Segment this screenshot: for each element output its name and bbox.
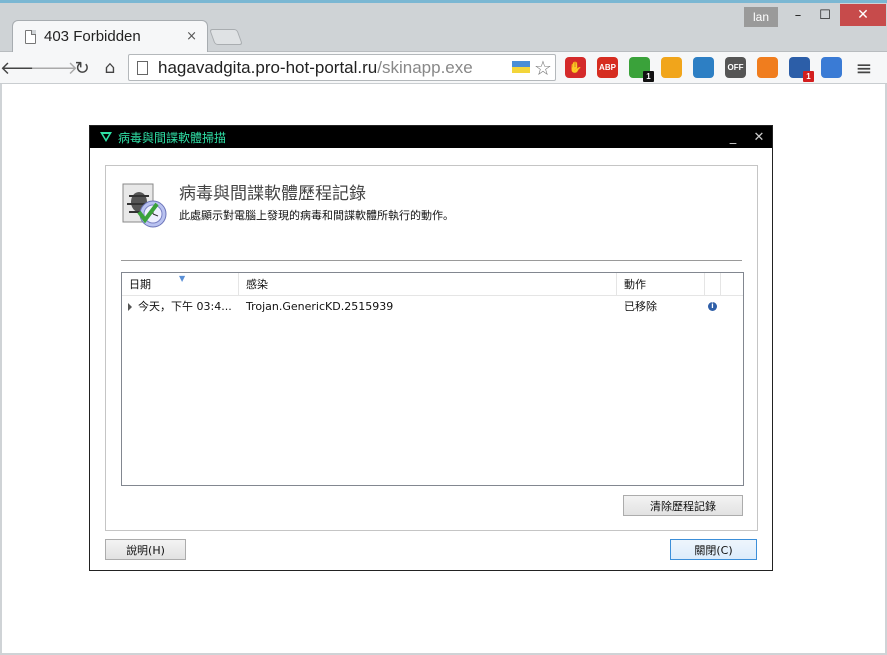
notification-icon[interactable]: 1 xyxy=(789,57,814,82)
clear-history-button[interactable]: 清除歷程記錄 xyxy=(623,495,743,516)
dialog-titlebar: 病毒與間諜軟體掃描 _ ✕ xyxy=(90,126,772,148)
column-header-infection[interactable]: 感染 xyxy=(239,273,617,296)
url-path: /skinapp.exe xyxy=(377,57,473,77)
home-icon[interactable]: ⌂ xyxy=(98,56,122,80)
address-bar[interactable]: hagavadgita.pro-hot-portal.ru/skinapp.ex… xyxy=(128,54,556,81)
shield-logo-icon xyxy=(100,132,112,142)
column-date-label: 日期 xyxy=(129,278,151,291)
list-header: 日期 ▼ 感染 動作 xyxy=(122,273,743,296)
browser-toolbar: 🡐 🡒 ↻ ⌂ hagavadgita.pro-hot-portal.ru/sk… xyxy=(0,52,887,84)
browser-titlebar: 403 Forbidden × lan – ☐ ✕ xyxy=(0,0,887,52)
new-tab-button[interactable] xyxy=(209,29,243,45)
column-header-info xyxy=(705,273,721,296)
table-row[interactable]: 今天，下午 03:4... Trojan.GenericKD.2515939 已… xyxy=(122,298,743,316)
dialog-minimize-button[interactable]: _ xyxy=(720,130,746,145)
window-minimize-button[interactable]: – xyxy=(786,4,810,26)
close-button[interactable]: 關閉(C) xyxy=(670,539,757,560)
off-toggle-icon[interactable]: OFF xyxy=(725,57,746,78)
history-panel: 病毒與間諜軟體歷程記錄 此處顯示對電腦上發現的病毒和間諜軟體所執行的動作。 日期… xyxy=(105,165,758,531)
browser-tab[interactable]: 403 Forbidden × xyxy=(12,20,208,52)
reload-icon[interactable]: ↻ xyxy=(70,56,94,80)
history-description: 此處顯示對電腦上發現的病毒和間諜軟體所執行的動作。 xyxy=(179,209,454,222)
header-divider xyxy=(121,260,742,261)
page-info-icon[interactable] xyxy=(137,60,148,75)
bookmark-star-icon[interactable]: ☆ xyxy=(534,56,552,80)
dots-icon[interactable] xyxy=(757,57,778,78)
info-icon[interactable]: i xyxy=(708,302,717,311)
window-maximize-button[interactable]: ☐ xyxy=(812,4,838,26)
ukraine-flag-icon[interactable] xyxy=(512,61,530,73)
row-action: 已移除 xyxy=(624,300,657,313)
row-infection: Trojan.GenericKD.2515939 xyxy=(246,300,394,313)
window-close-button[interactable]: ✕ xyxy=(840,4,886,26)
page-icon xyxy=(25,29,36,44)
sync-icon[interactable] xyxy=(821,57,842,78)
forward-arrow-icon[interactable]: 🡒 xyxy=(30,56,78,80)
history-list[interactable]: 日期 ▼ 感染 動作 今天，下午 03:4... Trojan.GenericK… xyxy=(121,272,744,486)
dialog-close-button[interactable]: ✕ xyxy=(746,130,772,145)
ghostery-icon[interactable]: 1 xyxy=(629,57,654,82)
dialog-title: 病毒與間諜軟體掃描 xyxy=(118,130,227,145)
adblock-plus-icon[interactable]: ABP xyxy=(597,57,618,78)
stop-icon[interactable]: ✋ xyxy=(565,57,586,78)
expand-arrow-icon[interactable] xyxy=(128,303,132,311)
extension-badge: 1 xyxy=(643,71,654,82)
url-host: hagavadgita.pro-hot-portal.ru xyxy=(158,57,378,77)
weather-icon[interactable] xyxy=(693,57,714,78)
tab-close-icon[interactable]: × xyxy=(186,29,197,44)
scan-dialog: 病毒與間諜軟體掃描 _ ✕ 病毒與間諜軟體歷程記錄 此處顯示對電腦上發現的病毒和… xyxy=(89,125,773,571)
user-profile-badge[interactable]: lan xyxy=(744,7,778,27)
help-button[interactable]: 說明(H) xyxy=(105,539,186,560)
tab-title: 403 Forbidden xyxy=(44,28,141,45)
history-title: 病毒與間諜軟體歷程記錄 xyxy=(179,184,366,204)
extension-badge: 1 xyxy=(803,71,814,82)
column-header-action[interactable]: 動作 xyxy=(617,273,705,296)
column-header-date[interactable]: 日期 ▼ xyxy=(122,273,239,296)
sort-arrow-icon: ▼ xyxy=(179,274,186,283)
row-date: 今天，下午 03:4... xyxy=(138,300,232,313)
menu-icon[interactable]: ≡ xyxy=(852,56,876,80)
chameleon-icon[interactable] xyxy=(661,57,682,78)
bug-scan-icon xyxy=(122,183,167,228)
